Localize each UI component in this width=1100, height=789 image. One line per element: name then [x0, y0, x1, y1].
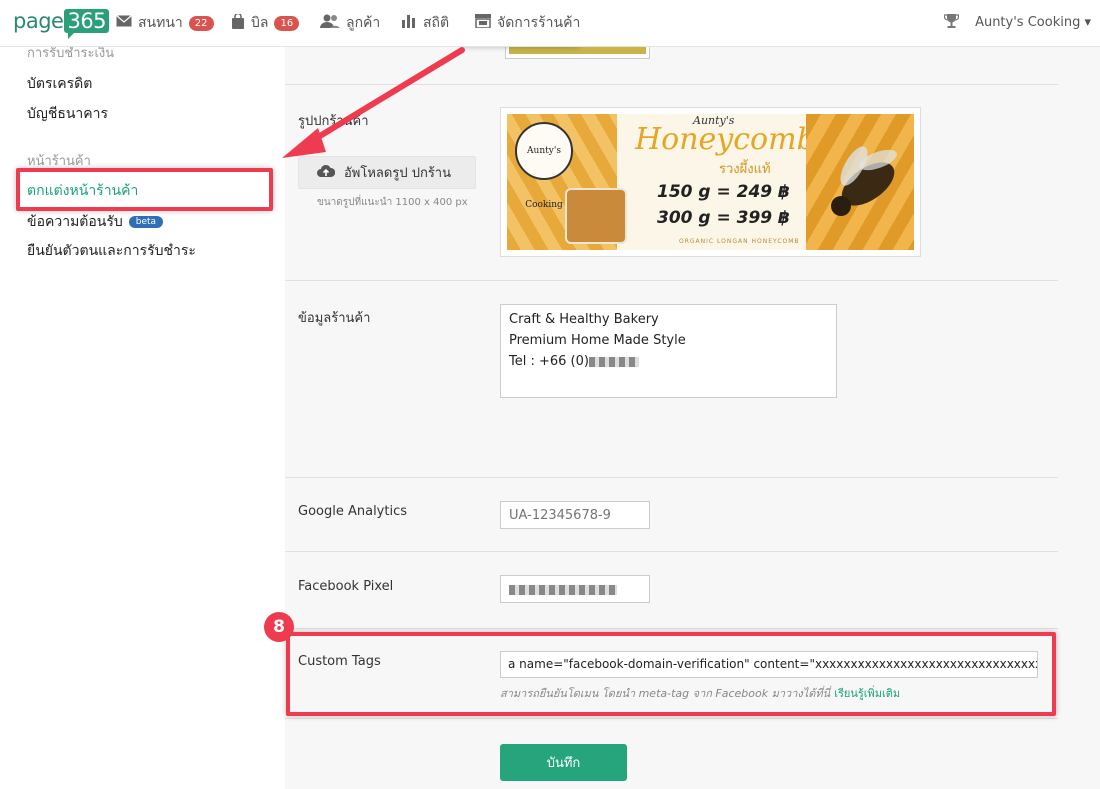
trophy-icon[interactable]	[943, 13, 960, 33]
ga-input[interactable]	[500, 501, 650, 529]
upload-size-hint: ขนาดรูปที่แนะนำ 1100 x 400 px	[317, 197, 468, 208]
brand-logo: Aunty's Cooking	[515, 122, 573, 210]
sidebar-item-verify[interactable]: ยืนยันตัวตนและการรับชำระ	[27, 240, 196, 262]
divider	[285, 84, 1058, 85]
divider	[285, 477, 1058, 478]
caret-down-icon: ▾	[1084, 15, 1091, 30]
envelope-icon	[116, 15, 132, 31]
bee-photo-right	[806, 114, 914, 250]
cover-price-1: 150 g = 249 ฿	[657, 182, 790, 202]
divider	[285, 628, 1058, 629]
ga-label: Google Analytics	[298, 504, 408, 519]
beta-badge: beta	[128, 216, 164, 228]
divider	[285, 280, 1058, 281]
cover-label: รูปปกร้านค้า	[298, 114, 369, 129]
redacted-pixel-id	[509, 584, 617, 595]
color-swatch	[509, 47, 646, 54]
store-info-textarea[interactable]: Craft & Healthy Bakery Premium Home Made…	[500, 304, 837, 398]
color-swatch-field[interactable]	[505, 47, 650, 59]
cover-subtitle: รวงผึ้งแท้	[719, 162, 771, 177]
bee-icon	[831, 146, 897, 216]
bag-icon	[231, 12, 245, 33]
chat-count-badge: 22	[188, 15, 214, 31]
cover-title: Honeycomb	[635, 122, 816, 157]
store-info-label: ข้อมูลร้านค้า	[298, 311, 371, 326]
redacted-phone	[588, 356, 639, 367]
account-menu[interactable]: Aunty's Cooking ▾	[975, 15, 1091, 30]
sidebar-item-welcome-message[interactable]: ข้อความต้อนรับ beta	[27, 211, 164, 233]
sidebar-item-credit-card[interactable]: บัตรเครดิต	[27, 73, 92, 95]
cover-title-small: Aunty's	[693, 114, 735, 127]
highlight-decorate	[16, 168, 273, 211]
nav-stats[interactable]: สถิติ	[401, 12, 449, 34]
sidebar-item-bank-account[interactable]: บัญชีธนาคาร	[27, 103, 108, 125]
cover-image-preview: Aunty's Cooking Honeycomb Aunty's รวงผึ้…	[500, 107, 921, 257]
nav-chat[interactable]: สนทนา 22	[116, 12, 214, 34]
divider	[285, 551, 1058, 552]
cover-price-2: 300 g = 399 ฿	[657, 208, 790, 228]
step-number-badge: 8	[264, 612, 294, 642]
nav-bill[interactable]: บิล 16	[231, 12, 300, 34]
bill-count-badge: 16	[274, 15, 300, 31]
highlight-custom-tags	[286, 632, 1056, 716]
users-icon	[320, 14, 340, 32]
honeycomb-box	[565, 188, 627, 244]
cloud-upload-icon	[317, 164, 336, 182]
save-button[interactable]: บันทึก	[500, 744, 627, 781]
upload-cover-button[interactable]: อัพโหลดรูป ปกร้าน	[298, 156, 476, 189]
nav-customers[interactable]: ลูกค้า	[320, 12, 380, 34]
divider	[285, 718, 1058, 719]
nav-store-manage[interactable]: จัดการร้านค้า	[475, 12, 580, 34]
fb-pixel-label: Facebook Pixel	[298, 579, 394, 594]
top-navbar: page 365 สนทนา 22 บิล 16 ลูกค้า สถิติ จัด…	[0, 0, 1100, 47]
page365-logo[interactable]: page 365	[13, 9, 110, 33]
bar-chart-icon	[401, 14, 417, 32]
cover-footer: ORGANIC LONGAN HONEYCOMB	[679, 238, 800, 245]
cover-image: Aunty's Cooking Honeycomb Aunty's รวงผึ้…	[507, 114, 914, 250]
fb-pixel-input[interactable]	[500, 575, 650, 603]
store-icon	[475, 14, 491, 32]
